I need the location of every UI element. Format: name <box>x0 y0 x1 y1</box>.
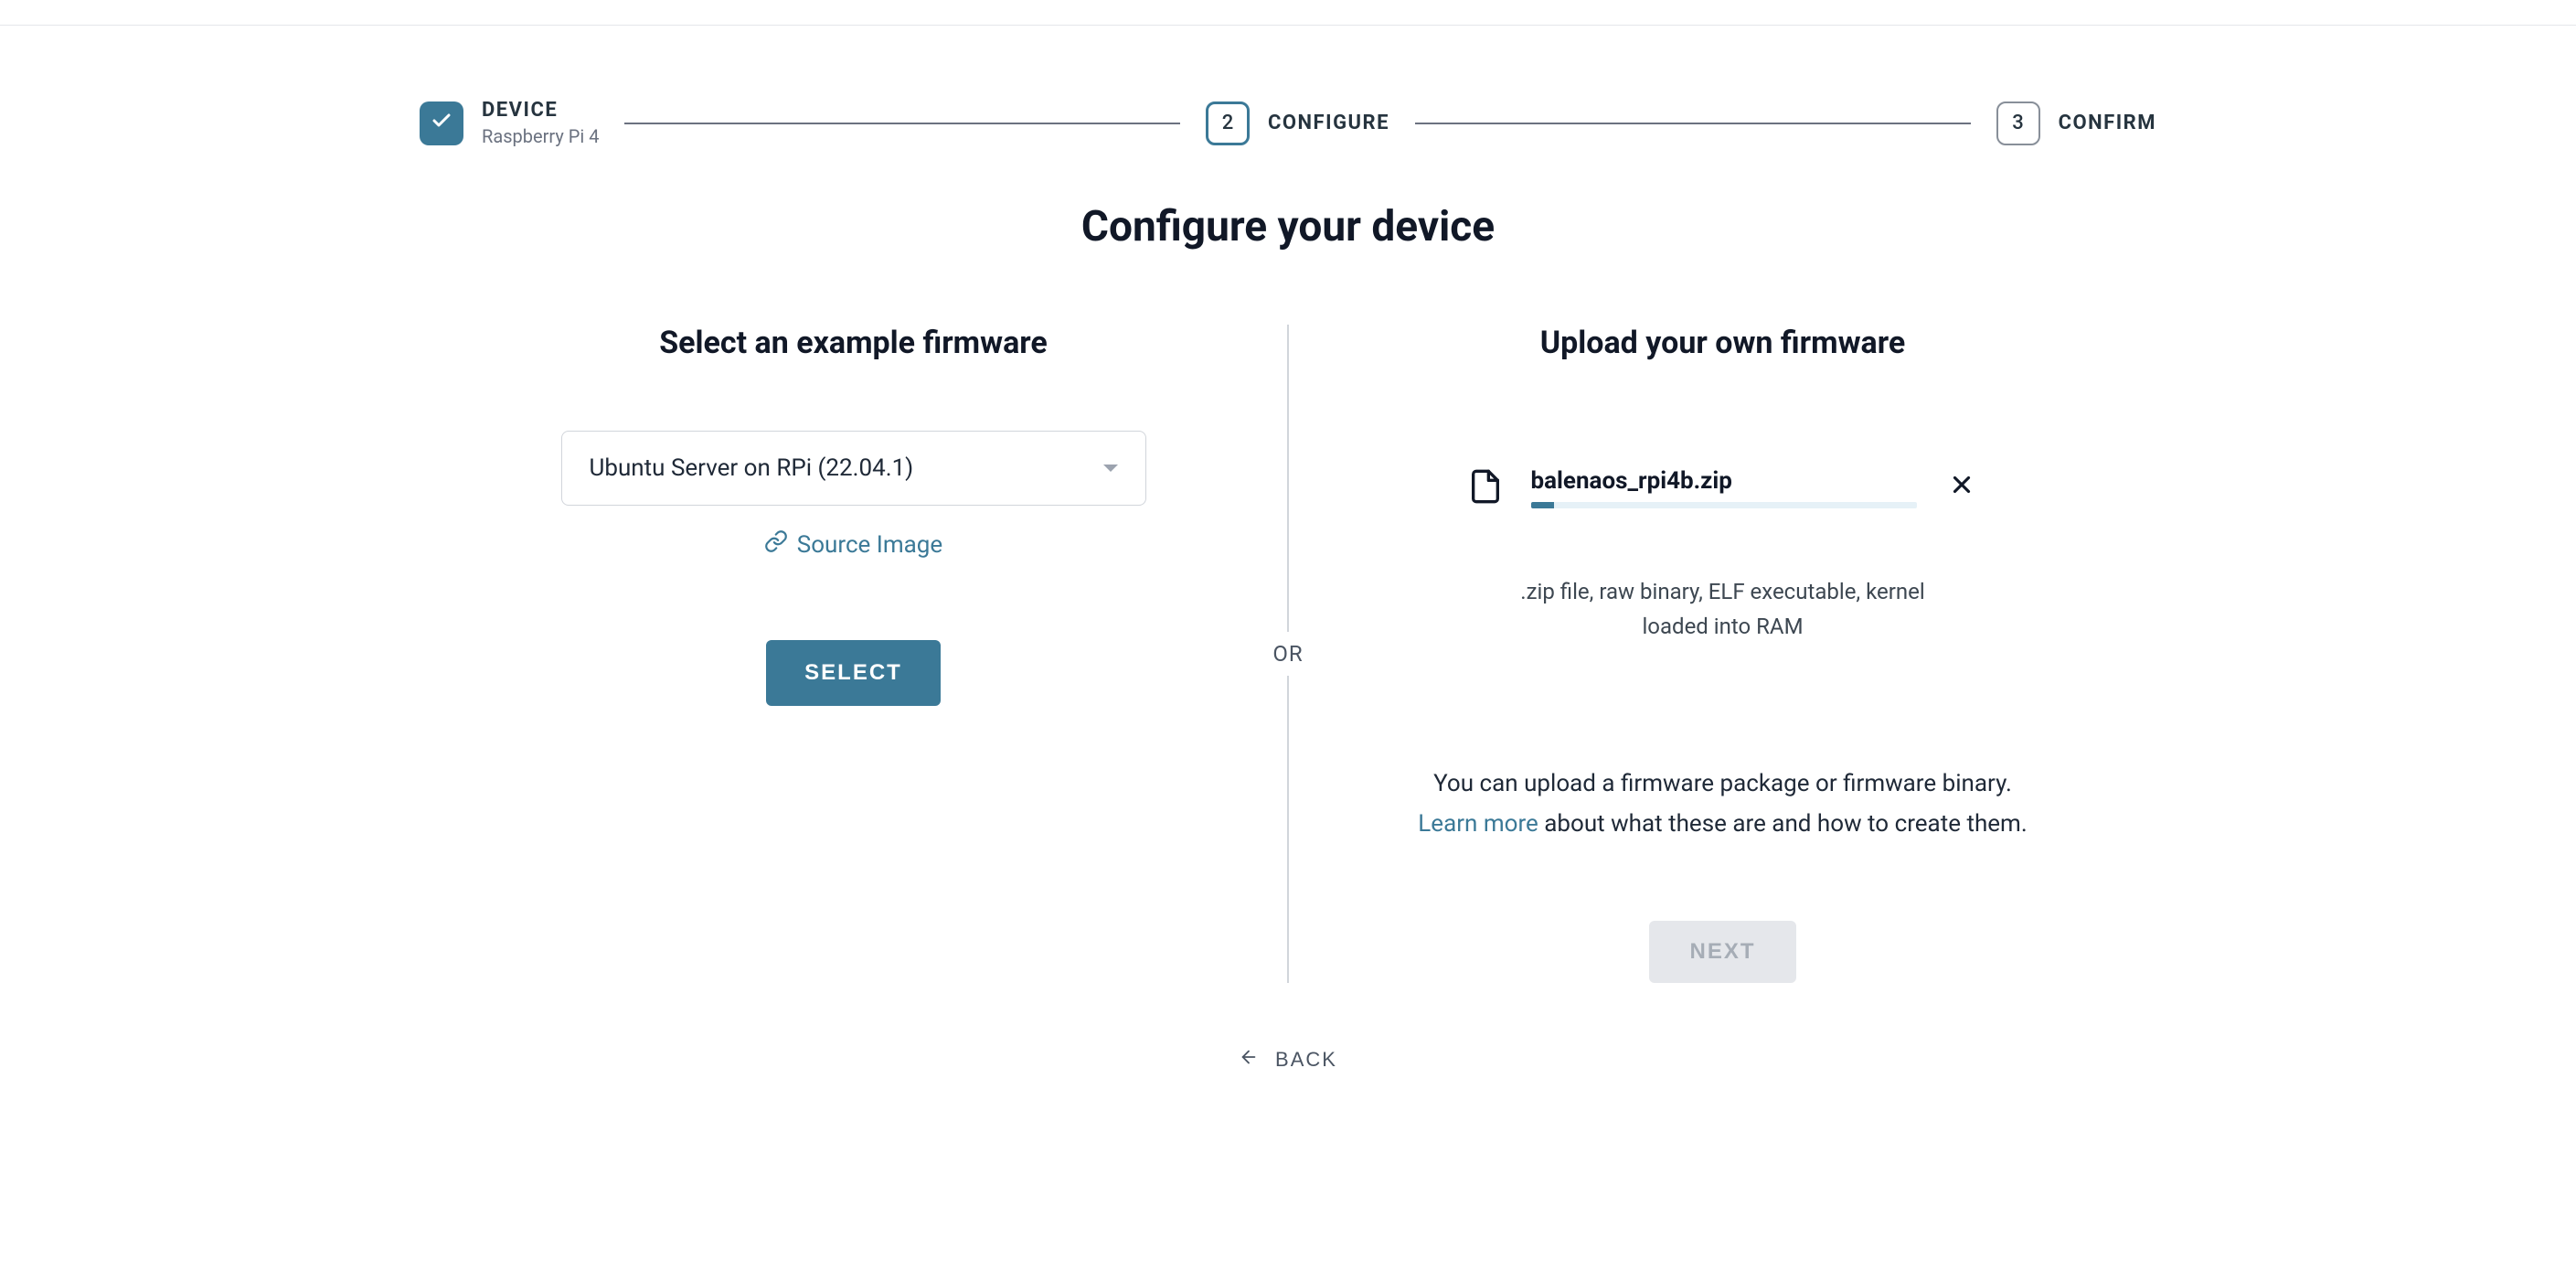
firmware-select-value: Ubuntu Server on RPi (22.04.1) <box>590 454 914 482</box>
firmware-select-wrap: Ubuntu Server on RPi (22.04.1) <box>561 431 1146 506</box>
step-device-label-group: DEVICE Raspberry Pi 4 <box>482 99 599 147</box>
main-container: DEVICE Raspberry Pi 4 2 CONFIGURE 3 CONF… <box>383 26 2193 1109</box>
arrow-left-icon <box>1239 1047 1259 1073</box>
check-icon <box>431 110 452 137</box>
upload-row: balenaos_rpi4b.zip <box>1467 467 1979 508</box>
step-device-label: DEVICE <box>482 99 599 122</box>
upload-firmware-title: Upload your own firmware <box>1540 325 1905 361</box>
step-device-sub: Raspberry Pi 4 <box>482 125 599 147</box>
file-body: balenaos_rpi4b.zip <box>1531 467 1917 508</box>
back-row: BACK <box>420 1047 2156 1073</box>
firmware-select[interactable]: Ubuntu Server on RPi (22.04.1) <box>561 431 1146 506</box>
step-device[interactable]: DEVICE Raspberry Pi 4 <box>420 99 599 147</box>
upload-progress-track <box>1531 502 1917 508</box>
page-title: Configure your device <box>420 202 2156 251</box>
columns: Select an example firmware Ubuntu Server… <box>420 325 2156 983</box>
source-image-link[interactable]: Source Image <box>764 529 942 560</box>
step-configure[interactable]: 2 CONFIGURE <box>1206 101 1389 145</box>
back-label: BACK <box>1275 1048 1337 1072</box>
stepper-line-2 <box>1415 123 1971 124</box>
select-button[interactable]: SELECT <box>766 640 941 706</box>
upload-description: You can upload a firmware package or fir… <box>1367 764 2080 844</box>
col-select-firmware: Select an example firmware Ubuntu Server… <box>420 325 1287 983</box>
upload-desc-post: about what these are and how to create t… <box>1538 810 2028 838</box>
step-confirm-box: 3 <box>1996 101 2040 145</box>
upload-desc-pre: You can upload a firmware package or fir… <box>1433 770 2012 797</box>
remove-file-button[interactable] <box>1944 467 1979 507</box>
step-device-box <box>420 101 463 145</box>
upload-box: balenaos_rpi4b.zip .zip file, raw binary… <box>1467 467 1979 645</box>
next-button[interactable]: NEXT <box>1649 921 1795 983</box>
select-firmware-title: Select an example firmware <box>659 325 1048 361</box>
caret-down-icon <box>1103 465 1118 472</box>
step-confirm-label: CONFIRM <box>2059 112 2156 134</box>
upload-hint: .zip file, raw binary, ELF executable, k… <box>1495 574 1952 645</box>
file-icon <box>1467 468 1504 508</box>
stepper: DEVICE Raspberry Pi 4 2 CONFIGURE 3 CONF… <box>420 99 2156 147</box>
link-icon <box>764 529 788 560</box>
column-divider: OR <box>1287 325 1289 983</box>
source-image-link-label: Source Image <box>797 531 942 559</box>
upload-progress-fill <box>1531 502 1554 508</box>
divider-label: OR <box>1265 632 1310 676</box>
step-configure-box: 2 <box>1206 101 1250 145</box>
close-icon <box>1948 468 1975 506</box>
upload-filename: balenaos_rpi4b.zip <box>1531 467 1917 495</box>
learn-more-link[interactable]: Learn more <box>1418 810 1538 838</box>
stepper-line-1 <box>624 123 1180 124</box>
col-upload-firmware: Upload your own firmware balenaos_rpi4b.… <box>1289 325 2156 983</box>
step-configure-label: CONFIGURE <box>1268 112 1389 134</box>
step-confirm[interactable]: 3 CONFIRM <box>1996 101 2156 145</box>
top-bar <box>0 0 2576 26</box>
back-button[interactable]: BACK <box>1239 1047 1337 1073</box>
